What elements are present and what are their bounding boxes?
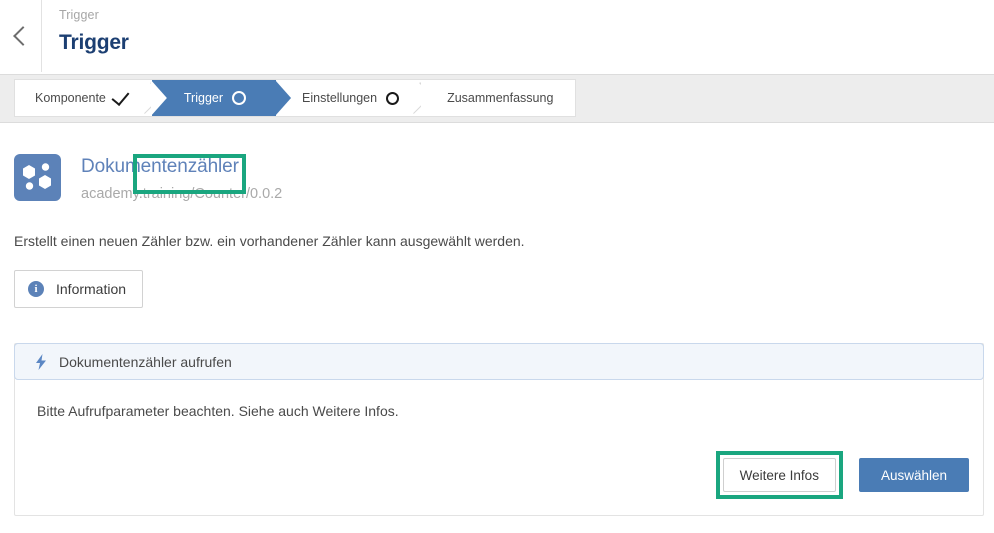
step-separator-icon (408, 85, 422, 111)
breadcrumb: Trigger (59, 8, 99, 22)
step-komponente[interactable]: Komponente (15, 80, 152, 116)
weitere-infos-button[interactable]: Weitere Infos (722, 458, 836, 492)
card-header-title: Dokumentenzähler aufrufen (59, 353, 232, 370)
trigger-call-card: Dokumentenzähler aufrufen Bitte Aufrufpa… (14, 343, 984, 516)
step-trigger-label: Trigger (183, 91, 224, 105)
check-icon (111, 87, 130, 107)
auswaehlen-button[interactable]: Auswählen (858, 458, 969, 492)
card-header: Dokumentenzähler aufrufen (14, 343, 984, 380)
information-button-label: Information (56, 281, 127, 297)
back-button[interactable] (0, 0, 42, 72)
hexagons-icon (14, 154, 61, 201)
card-body-text: Bitte Aufrufparameter beachten. Siehe au… (37, 403, 399, 419)
step-trigger[interactable]: Trigger (151, 80, 277, 116)
step-komponente-label: Komponente (35, 91, 106, 105)
chevron-left-icon (12, 26, 33, 46)
step-einstellungen[interactable]: Einstellungen (276, 80, 422, 116)
card-actions: Weitere Infos Auswählen (15, 435, 983, 515)
wizard-stepper-bar: Komponente Trigger Einstellungen Zusamme… (0, 75, 994, 194)
step-einstellungen-label: Einstellungen (302, 91, 378, 105)
app-identity: Dokumentenzähler academy.training/Counte… (0, 123, 994, 205)
app-name: Dokumentenzähler (81, 156, 239, 177)
wizard-stepper: Komponente Trigger Einstellungen Zusamme… (14, 79, 577, 117)
app-description: Erstellt einen neuen Zähler bzw. ein vor… (14, 233, 525, 249)
lightning-bolt-icon (36, 353, 46, 370)
app-identifier: academy.training/Counter/0.0.2 (81, 186, 283, 202)
information-button[interactable]: i Information (14, 270, 144, 308)
step-zusammenfassung[interactable]: Zusammenfassung (421, 80, 576, 116)
step-zusammenfassung-label: Zusammenfassung (447, 91, 554, 105)
circle-icon (386, 91, 400, 105)
circle-icon (232, 91, 247, 105)
app-meta: Dokumentenzähler academy.training/Counte… (61, 154, 282, 205)
header-text-block: Trigger Trigger (42, 0, 129, 74)
page-title: Trigger (59, 31, 129, 54)
info-icon: i (28, 281, 44, 297)
weitere-infos-highlight: Weitere Infos (715, 451, 843, 499)
step-separator-icon (139, 85, 153, 111)
page-header: Trigger Trigger (0, 0, 994, 75)
